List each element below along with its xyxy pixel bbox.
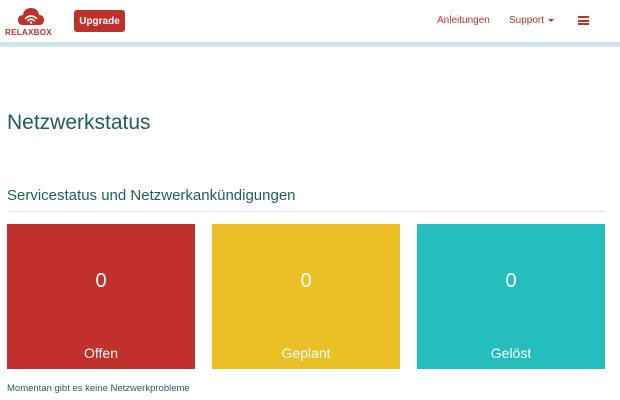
status-message: Momentan gibt es keine Netzwerkprobleme bbox=[7, 383, 190, 394]
section-divider bbox=[7, 211, 605, 212]
hamburger-line bbox=[578, 16, 589, 18]
card-count: 0 bbox=[300, 270, 312, 292]
relaxbox-logo[interactable]: RELAXBOX bbox=[5, 5, 57, 38]
card-label: Offen bbox=[84, 345, 118, 361]
card-count: 0 bbox=[505, 270, 517, 292]
nav-link-anleitungen[interactable]: Anleitungen bbox=[437, 15, 490, 26]
cloud-wifi-icon bbox=[18, 8, 44, 25]
hamburger-icon[interactable] bbox=[578, 16, 589, 25]
card-label: Geplant bbox=[281, 345, 331, 361]
section-title: Servicestatus und Netzwerkankündigungen bbox=[7, 187, 296, 204]
status-card-offen[interactable]: 0 Offen bbox=[7, 224, 195, 369]
page-title: Netzwerkstatus bbox=[7, 111, 151, 134]
caret-down-icon bbox=[548, 18, 555, 22]
card-count: 0 bbox=[95, 270, 107, 292]
top-navbar: RELAXBOX Upgrade Anleitungen Support bbox=[0, 0, 620, 42]
status-card-geplant[interactable]: 0 Geplant bbox=[212, 224, 400, 369]
hamburger-line bbox=[578, 19, 589, 22]
upgrade-button[interactable]: Upgrade bbox=[74, 10, 125, 32]
status-card-geloest[interactable]: 0 Gelöst bbox=[417, 224, 605, 369]
card-label: Gelöst bbox=[490, 345, 532, 361]
nav-link-support[interactable]: Support bbox=[509, 15, 555, 26]
hamburger-line bbox=[578, 23, 589, 25]
nav-support-label: Support bbox=[509, 15, 545, 26]
logo-text: RELAXBOX bbox=[5, 28, 52, 37]
header-divider-stripe bbox=[0, 42, 620, 47]
